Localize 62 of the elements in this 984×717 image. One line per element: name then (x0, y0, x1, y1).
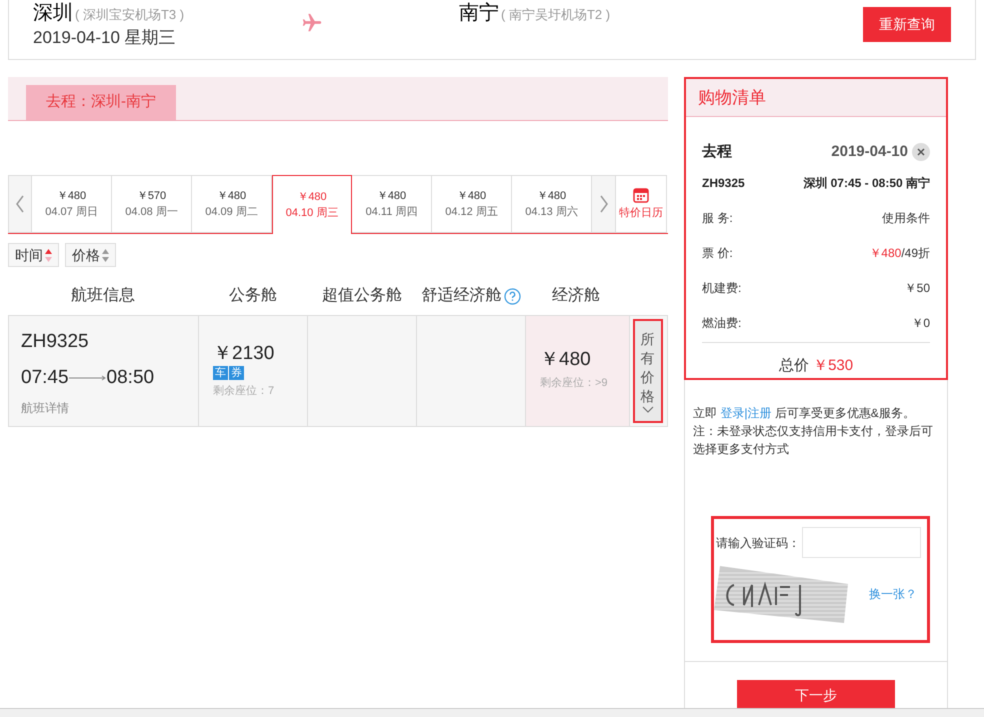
sort-button[interactable]: 价格 (65, 243, 116, 267)
price-calendar-button[interactable]: 特价日历 (615, 175, 667, 233)
fare-cell[interactable]: ￥480 剩余座位：>9 (526, 316, 630, 426)
captcha-label: 请输入验证码： (716, 534, 800, 552)
calendar-icon (633, 186, 649, 203)
search-again-button[interactable]: 重新查询 (863, 7, 951, 42)
fare-price: ￥2130 (213, 342, 276, 366)
fee-label: 票 价: (702, 244, 733, 262)
close-icon (917, 148, 925, 156)
column-header: 超值公务舱 (322, 286, 402, 306)
seats-left: 剩余座位：7 (213, 384, 276, 399)
sort-button[interactable]: 时间 (8, 243, 59, 267)
seats-left: 剩余座位：>9 (540, 376, 609, 391)
cart-flight-number: ZH9325 (702, 174, 745, 192)
fare-tag: 车 (213, 366, 228, 380)
date-tab[interactable]: ￥480 04.11 周四 (352, 175, 432, 233)
flight-number: ZH9325 (21, 330, 90, 354)
all-prices-button[interactable]: 所有价格 (632, 319, 662, 423)
sort-arrows-icon (102, 248, 109, 262)
date-tab[interactable]: ￥480 04.07 周日 (32, 175, 112, 233)
payment-note: 注：未登录状态仅支持信用卡支付，登录后可选择更多支付方式 (692, 423, 934, 458)
close-button[interactable] (912, 143, 930, 162)
trip-label: 去程 (702, 142, 732, 162)
captcha-input[interactable] (802, 527, 921, 558)
date-tab[interactable]: ￥480 04.10 周三 (272, 175, 352, 234)
refresh-captcha-link[interactable]: 换一张？ (869, 585, 917, 603)
fee-label: 服 务: (702, 210, 733, 226)
departure-time: 07:45 (21, 366, 69, 390)
fee-value: 使用条件 (882, 210, 930, 226)
cart-route: 深圳 07:45 - 08:50 南宁 (803, 174, 930, 192)
column-header: 舒适经济舱 (422, 286, 502, 306)
arrival-city: 南宁 (459, 1, 499, 26)
fare-cell[interactable]: ￥2130 车 券 剩余座位：7 (199, 316, 308, 426)
arrival-airport: ( 南宁吴圩机场T2 ) (501, 6, 610, 24)
departure-airport: ( 深圳宝安机场T3 ) (75, 6, 184, 24)
fee-label: 燃油费: (702, 314, 742, 332)
next-step-button[interactable]: 下一步 (737, 680, 895, 711)
cart-title: 购物清单 (698, 86, 766, 109)
register-link[interactable]: 注册 (747, 406, 772, 420)
fee-label: 机建费: (702, 280, 742, 296)
fee-value: ￥0 (911, 314, 930, 332)
arrival-time: 08:50 (106, 366, 154, 390)
arrow-icon (68, 375, 107, 382)
sort-arrows-icon (45, 248, 52, 262)
chevron-down-icon (642, 406, 654, 412)
column-header: 航班信息 (71, 286, 135, 306)
date-tab[interactable]: ￥570 04.08 周一 (112, 175, 192, 233)
fare-price: ￥480 (540, 348, 592, 372)
chevron-right-icon (598, 194, 608, 214)
fare-value: ￥480/49折 (869, 244, 930, 262)
help-icon[interactable] (504, 288, 520, 304)
departure-city: 深圳 (33, 1, 73, 26)
column-header: 经济舱 (552, 286, 600, 306)
fare-tag: 券 (229, 366, 244, 380)
flight-date: 2019-04-10 星期三 (33, 27, 177, 49)
chevron-left-icon (15, 194, 25, 214)
fee-value: ￥50 (904, 280, 930, 296)
login-prompt: 立即 登录|注册 后可享受更多优惠&服务。 (692, 405, 916, 422)
cart-date: 2019-04-10 (831, 142, 908, 162)
column-header: 公务舱 (229, 286, 277, 306)
date-tab[interactable]: ￥480 04.12 周五 (432, 175, 512, 233)
total-price: 总价 ￥530 (778, 356, 854, 376)
